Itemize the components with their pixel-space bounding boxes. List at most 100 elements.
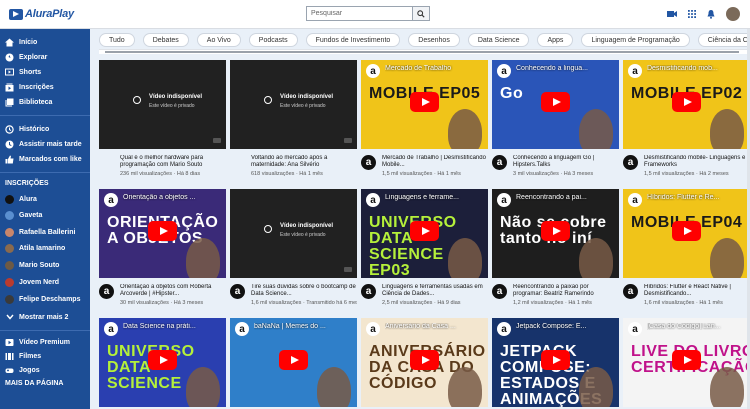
subscription-felipe-deschamps[interactable]: Felipe Deschamps	[0, 292, 90, 306]
video-thumbnail[interactable]: a[Casa do Código] Lan...LIVE DO LIVRO CE…	[623, 318, 750, 407]
subscription-atila-iamarino[interactable]: Atila Iamarino	[0, 241, 90, 255]
sidebar-item-shorts[interactable]: Shorts	[0, 65, 90, 79]
category-chip[interactable]: Linguagem de Programação	[581, 33, 690, 47]
apps-grid-icon[interactable]	[688, 10, 696, 18]
channel-avatar[interactable]: a	[230, 284, 245, 299]
sidebar-item-video-premium[interactable]: Vídeo Premium	[0, 335, 90, 349]
play-button-icon[interactable]	[672, 221, 701, 241]
video-thumbnail[interactable]: Vídeo indisponível Este vídeo é privado	[99, 60, 226, 149]
presenter-image	[579, 238, 613, 278]
video-title[interactable]: Orientação a objetos com Roberta Arcover…	[120, 284, 226, 298]
video-title[interactable]: Desmistificando mobile- Linguagens e Fra…	[644, 155, 750, 169]
video-thumbnail[interactable]: aAniversário da Casa ...ANIVERSÁRIO DA C…	[361, 318, 488, 407]
category-chip[interactable]: Tudo	[99, 33, 135, 47]
chips-scrollbar[interactable]	[99, 49, 748, 54]
video-thumbnail[interactable]: a baNaNa | Memes do ...	[230, 318, 357, 407]
sidebar-item-inscricoes[interactable]: Inscrições	[0, 80, 90, 94]
category-chip[interactable]: Ciência da Computação	[697, 33, 750, 47]
sidebar-item-biblioteca[interactable]: Biblioteca	[0, 95, 90, 109]
subscription-rafaella-ballerini[interactable]: Rafaella Ballerini	[0, 225, 90, 239]
sidebar-item-jogos[interactable]: Jogos	[0, 363, 90, 377]
thumbnail-title: Híbridos: Flutter e Re...	[647, 194, 720, 201]
video-title[interactable]: Mercado de Trabalho | Desmistificando Mo…	[382, 155, 488, 169]
video-title[interactable]: Conhecendo a linguagem Go | Hipsters.Tal…	[513, 155, 619, 169]
sidebar-item-assistir-mais-tarde[interactable]: Assistir mais tarde	[0, 137, 90, 151]
category-chip[interactable]: Podcasts	[248, 33, 298, 47]
channel-avatar	[5, 260, 14, 270]
channel-avatar[interactable]: a	[99, 284, 114, 299]
category-chip[interactable]: Ao Vivo	[196, 33, 241, 47]
logo-text: AluraPlay	[25, 8, 74, 20]
channel-avatar[interactable]: a	[623, 284, 638, 299]
video-thumbnail[interactable]: a Desmistificando mob... MOBILE EP02	[623, 60, 750, 149]
video-thumbnail[interactable]: aOrientação a objetos ...ORIENTAÇÃO A OB…	[99, 189, 226, 278]
chevron-down-icon	[5, 313, 14, 322]
channel-avatar[interactable]: a	[361, 155, 376, 170]
alura-channel-icon: a	[628, 322, 642, 336]
video-title[interactable]: Voltando ao mercado após a maternidade: …	[251, 155, 357, 169]
channel-avatar[interactable]: a	[623, 155, 638, 170]
presenter-image	[448, 109, 482, 149]
show-more-button[interactable]: Mostrar mais 2	[0, 310, 90, 324]
alura-channel-icon: a	[366, 64, 380, 78]
video-title[interactable]: Reencontrando a paixão por programar: Be…	[513, 284, 619, 298]
channel-avatar[interactable]: a	[492, 284, 507, 299]
search-input[interactable]	[306, 6, 412, 21]
play-button-icon[interactable]	[279, 350, 308, 370]
video-thumbnail[interactable]: a Mercado de Trabalho MOBILE EP05	[361, 60, 488, 149]
compass-icon	[5, 53, 14, 62]
channel-avatar[interactable]: a	[361, 284, 376, 299]
play-button-icon[interactable]	[672, 92, 701, 112]
video-stats: 1,5 mil visualizações · Há 2 meses	[644, 171, 729, 177]
video-title[interactable]: Qual é o melhor hardware para programaçã…	[120, 155, 226, 169]
video-title[interactable]: Tire suas dúvidas sobre o bootcamp de Da…	[251, 284, 357, 298]
sidebar-item-historico[interactable]: Histórico	[0, 122, 90, 136]
bell-icon[interactable]	[707, 9, 715, 19]
unavailable-overlay: Vídeo indisponível Este vídeo é privado	[230, 60, 357, 149]
video-thumbnail[interactable]: a Híbridos: Flutter e Re... MOBILE EP04	[623, 189, 750, 278]
play-button-icon[interactable]	[541, 350, 570, 370]
scroll-thumb[interactable]	[105, 51, 739, 53]
video-thumbnail[interactable]: aData Science na práti...UNIVERSO DATA S…	[99, 318, 226, 407]
video-thumbnail[interactable]: a Conhecendo a lingua... Go	[492, 60, 619, 149]
video-title[interactable]: Linguagens e ferramentas usadas em Ciênc…	[382, 284, 488, 298]
play-button-icon[interactable]	[410, 92, 439, 112]
sidebar-item-marcados-com-like[interactable]: Marcados com like	[0, 152, 90, 166]
aluraplay-logo[interactable]: AluraPlay	[9, 6, 74, 22]
alura-channel-icon: a	[366, 193, 380, 207]
sidebar-item-inicio[interactable]: Início	[0, 35, 90, 49]
channel-avatar[interactable]: a	[492, 155, 507, 170]
video-thumbnail[interactable]: Vídeo indisponível Este vídeo é privado	[230, 189, 357, 278]
category-chip[interactable]: Desenhos	[408, 33, 460, 47]
video-thumbnail[interactable]: aJetpack Compose: E...JETPACK COMPOSE: E…	[492, 318, 619, 407]
category-chip[interactable]: Fundos de Investimento	[305, 33, 401, 47]
category-chip[interactable]: Apps	[537, 33, 574, 47]
subscription-gaveta[interactable]: Gaveta	[0, 208, 90, 222]
video-title[interactable]: Híbridos: Flutter e React Native | Desmi…	[644, 284, 750, 298]
create-video-icon[interactable]	[667, 10, 677, 18]
video-thumbnail[interactable]: aLinguagens e ferrame...UNIVERSO DATA SC…	[361, 189, 488, 278]
play-button-icon[interactable]	[672, 350, 701, 370]
alura-channel-icon: a	[628, 193, 642, 207]
subscription-jovem-nerd[interactable]: Jovem Nerd	[0, 275, 90, 289]
play-button-icon[interactable]	[410, 221, 439, 241]
play-button-icon[interactable]	[148, 221, 177, 241]
sidebar-item-explorar[interactable]: Explorar	[0, 50, 90, 64]
subscription-alura[interactable]: Alura	[0, 192, 90, 206]
sidebar-item-label: Assistir mais tarde	[19, 140, 82, 148]
video-thumbnail[interactable]: Vídeo indisponível Este vídeo é privado	[230, 60, 357, 149]
search-button[interactable]	[412, 6, 430, 21]
play-button-icon[interactable]	[410, 350, 439, 370]
category-chip[interactable]: Data Science	[467, 33, 530, 47]
category-chip[interactable]: Debates	[142, 33, 189, 47]
unavailable-overlay: Vídeo indisponível Este vídeo é privado	[230, 189, 357, 278]
play-button-icon[interactable]	[541, 92, 570, 112]
sidebar-item-filmes[interactable]: Filmes	[0, 349, 90, 363]
play-button-icon[interactable]	[541, 221, 570, 241]
user-avatar[interactable]	[726, 7, 740, 21]
subscription-mario-souto[interactable]: Mario Souto	[0, 258, 90, 272]
video-thumbnail[interactable]: aReencontrando a pai...Não se cobre tant…	[492, 189, 619, 278]
video-stats: 236 mil visualizações · Há 8 dias	[120, 171, 201, 177]
show-more-label: Mostrar mais 2	[19, 313, 69, 321]
play-button-icon[interactable]	[148, 350, 177, 370]
